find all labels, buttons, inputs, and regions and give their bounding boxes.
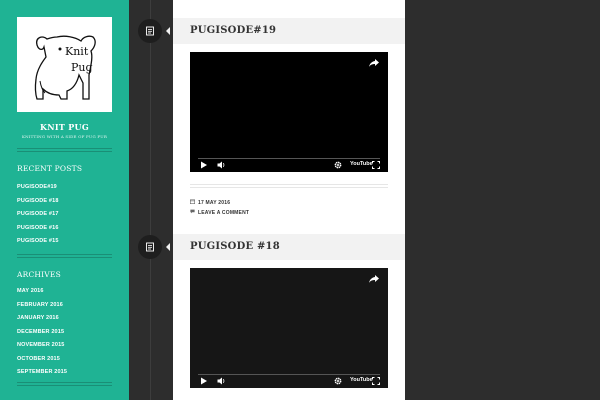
post-format-icon <box>138 235 162 259</box>
video-player[interactable]: YouTube <box>190 268 388 388</box>
standard-post-icon <box>146 26 154 36</box>
leave-comment-link[interactable]: LEAVE A COMMENT <box>190 209 249 216</box>
timeline-pointer <box>166 243 170 251</box>
video-player[interactable]: YouTube <box>190 52 388 172</box>
youtube-logo[interactable]: YouTube <box>350 161 373 167</box>
post-header: PUGISODE#19 <box>173 18 405 44</box>
calendar-icon <box>190 199 198 206</box>
archives-heading: ARCHIVES <box>17 270 61 279</box>
post-meta-divider <box>190 184 388 188</box>
post-header: PUGISODE #18 <box>173 234 405 260</box>
recent-post-link[interactable]: PUGISODE #15 <box>17 235 59 249</box>
recent-post-link[interactable]: PUGISODE #17 <box>17 208 59 222</box>
archive-link[interactable]: OCTOBER 2015 <box>17 353 67 367</box>
main-content: PUGISODE#19 YouTube 17 MAY 2016 LEAVE A … <box>173 0 405 400</box>
player-controls: YouTube <box>190 372 388 388</box>
timeline-pointer <box>166 27 170 35</box>
svg-text:Pug: Pug <box>71 61 93 74</box>
share-icon[interactable] <box>368 58 380 68</box>
play-icon[interactable] <box>200 161 208 169</box>
archive-link[interactable]: SEPTEMBER 2015 <box>17 366 67 380</box>
settings-icon[interactable] <box>334 161 342 169</box>
standard-post-icon <box>146 242 154 252</box>
player-controls: YouTube <box>190 156 388 172</box>
sidebar-divider <box>17 382 112 386</box>
post-date[interactable]: 17 MAY 2016 <box>190 199 230 206</box>
archive-link[interactable]: DECEMBER 2015 <box>17 326 67 340</box>
post-title[interactable]: PUGISODE #18 <box>190 234 280 260</box>
volume-icon[interactable] <box>217 161 226 169</box>
fullscreen-icon[interactable] <box>372 377 380 385</box>
sidebar-divider <box>17 254 112 258</box>
site-title[interactable]: KNIT PUG <box>0 122 129 132</box>
archive-link[interactable]: JANUARY 2016 <box>17 312 67 326</box>
recent-post-link[interactable]: PUGISODE#19 <box>17 181 59 195</box>
comment-icon <box>190 209 198 216</box>
archives-list: MAY 2016 FEBRUARY 2016 JANUARY 2016 DECE… <box>17 285 67 380</box>
share-icon[interactable] <box>368 274 380 284</box>
fullscreen-icon[interactable] <box>372 161 380 169</box>
post-format-icon <box>138 19 162 43</box>
volume-icon[interactable] <box>217 377 226 385</box>
play-icon[interactable] <box>200 377 208 385</box>
site-description: KNITTING WITH A SIDE OF PUG FUR <box>21 134 108 139</box>
recent-post-link[interactable]: PUGISODE #16 <box>17 222 59 236</box>
site-logo[interactable]: Knit Pug <box>17 17 112 112</box>
archive-link[interactable]: NOVEMBER 2015 <box>17 339 67 353</box>
youtube-logo[interactable]: YouTube <box>350 377 373 383</box>
sidebar: Knit Pug KNIT PUG KNITTING WITH A SIDE O… <box>0 0 129 400</box>
archive-link[interactable]: FEBRUARY 2016 <box>17 299 67 313</box>
recent-post-link[interactable]: PUGISODE #18 <box>17 195 59 209</box>
pug-logo-icon: Knit Pug <box>34 35 96 100</box>
recent-posts-heading: RECENT POSTS <box>17 164 83 173</box>
timeline-line <box>150 0 151 400</box>
settings-icon[interactable] <box>334 377 342 385</box>
recent-posts-list: PUGISODE#19 PUGISODE #18 PUGISODE #17 PU… <box>17 181 59 249</box>
progress-bar[interactable] <box>198 374 380 375</box>
sidebar-divider <box>17 148 112 152</box>
archive-link[interactable]: MAY 2016 <box>17 285 67 299</box>
post-title[interactable]: PUGISODE#19 <box>190 18 276 44</box>
svg-text:Knit: Knit <box>65 45 89 58</box>
progress-bar[interactable] <box>198 158 380 159</box>
